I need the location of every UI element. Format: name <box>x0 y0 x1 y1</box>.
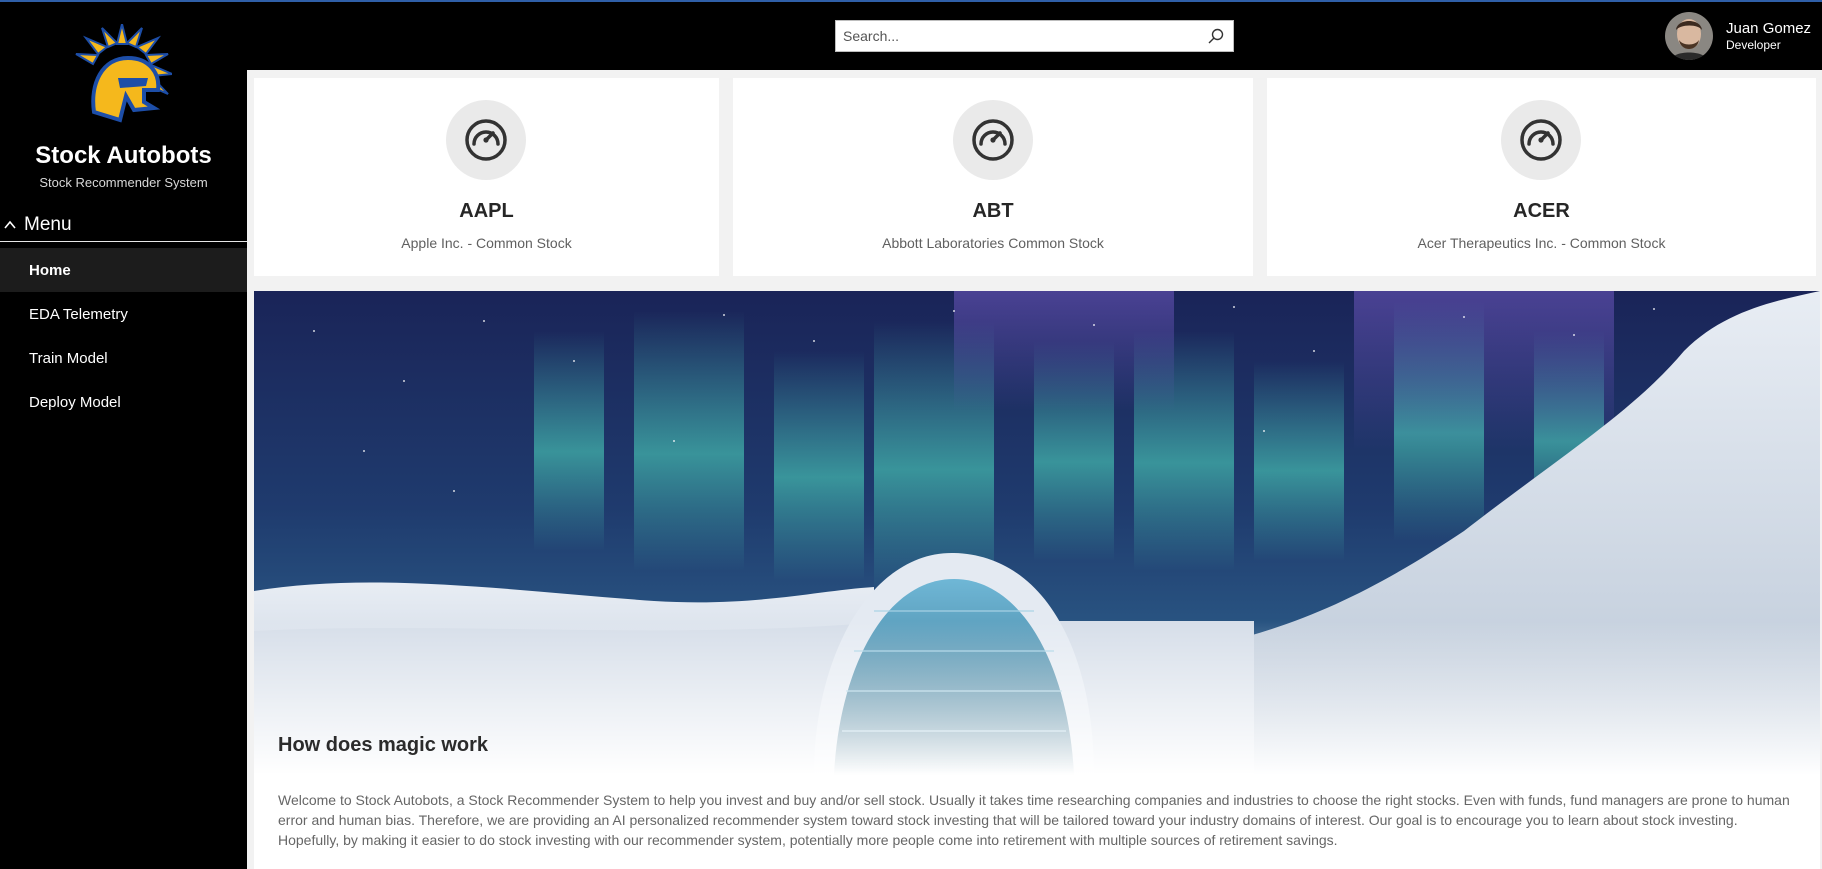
user-role: Developer <box>1726 38 1781 52</box>
spartan-logo-icon[interactable] <box>72 23 173 128</box>
sidebar-item-train-model[interactable]: Train Model <box>0 336 247 380</box>
speedometer-icon <box>1501 100 1581 180</box>
stock-card-acer[interactable]: ACER Acer Therapeutics Inc. - Common Sto… <box>1267 78 1816 276</box>
hero-image-aurora-igloo <box>254 291 1820 775</box>
sidebar: Stock Autobots Stock Recommender System … <box>0 2 247 869</box>
speedometer-icon <box>953 100 1033 180</box>
stock-symbol: ABT <box>972 200 1014 222</box>
search-icon[interactable] <box>1207 27 1225 45</box>
user-name: Juan Gomez <box>1726 20 1812 37</box>
search-input[interactable] <box>836 21 1196 51</box>
brand-title: Stock Autobots <box>35 142 212 169</box>
stock-card-aapl[interactable]: AAPL Apple Inc. - Common Stock <box>254 78 719 276</box>
brand-subtitle: Stock Recommender System <box>39 175 208 190</box>
stock-symbol: ACER <box>1513 200 1570 222</box>
avatar[interactable] <box>1665 12 1713 60</box>
menu-toggle[interactable]: Menu <box>0 208 247 242</box>
hero-description: Welcome to Stock Autobots, a Stock Recom… <box>278 792 1790 848</box>
stock-symbol: AAPL <box>459 200 514 222</box>
hero-title: How does magic work <box>278 734 489 756</box>
sidebar-item-deploy-model[interactable]: Deploy Model <box>0 380 247 424</box>
sidebar-item-home[interactable]: Home <box>0 248 247 292</box>
stock-card-abt[interactable]: ABT Abbott Laboratories Common Stock <box>733 78 1253 276</box>
hero-section: How does magic work Welcome to Stock Aut… <box>254 291 1820 869</box>
menu-label: Menu <box>24 213 72 235</box>
search-box <box>835 20 1234 52</box>
chevron-up-icon <box>4 220 16 229</box>
top-header: Juan Gomez Developer <box>247 2 1822 70</box>
stock-name: Acer Therapeutics Inc. - Common Stock <box>1417 235 1666 251</box>
stock-name: Apple Inc. - Common Stock <box>401 235 572 251</box>
sidebar-nav: Home EDA Telemetry Train Model Deploy Mo… <box>0 248 247 424</box>
speedometer-icon <box>446 100 526 180</box>
stock-name: Abbott Laboratories Common Stock <box>882 235 1104 251</box>
sidebar-item-eda-telemetry[interactable]: EDA Telemetry <box>0 292 247 336</box>
